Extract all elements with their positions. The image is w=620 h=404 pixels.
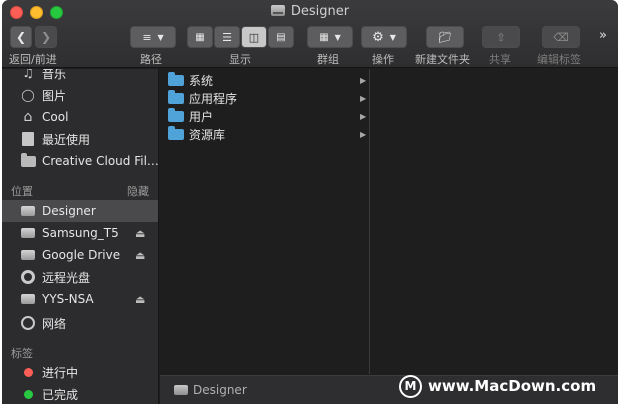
share-button[interactable]: ⇧ xyxy=(482,26,520,48)
view-icons-button[interactable]: ▦ xyxy=(187,26,213,48)
watermark: M www.MacDown.com xyxy=(399,373,596,399)
new-folder-label: 新建文件夹 xyxy=(415,53,470,66)
chevron-right-icon: ❯ xyxy=(40,30,52,44)
camera-icon: ◯ xyxy=(21,88,35,102)
folder-icon xyxy=(168,71,184,86)
group-button[interactable]: ▦ ▼ xyxy=(307,26,353,48)
gallery-view-icon: ▤ xyxy=(276,31,286,43)
gear-icon: ⚙ xyxy=(372,29,384,45)
action-button[interactable]: ⚙ ▼ xyxy=(361,26,407,48)
watermark-text: www.MacDown.com xyxy=(428,377,597,395)
back-button[interactable]: ❮ xyxy=(10,26,32,48)
sidebar-item-designer[interactable]: Designer xyxy=(2,200,158,222)
macdown-logo-icon: M xyxy=(399,374,422,398)
view-columns-button[interactable]: ◫ xyxy=(241,26,267,48)
tag-icon: ⌫ xyxy=(553,30,569,44)
chevron-down-icon: ▼ xyxy=(157,32,164,42)
chevron-left-icon: ❮ xyxy=(15,30,27,44)
icon-view-icon: ▦ xyxy=(195,31,205,43)
browser-column-1: 系统 ▶ 应用程序 ▶ 用户 ▶ 资源库 ▶ xyxy=(160,69,370,374)
list-view-icon: ☰ xyxy=(222,30,232,44)
new-folder-icon: 📁︎ xyxy=(438,30,452,44)
chevron-right-icon: ▶ xyxy=(360,129,367,139)
chevron-right-icon: ▶ xyxy=(360,93,367,103)
sidebar-item-music[interactable]: ♫ 音乐 xyxy=(2,69,158,84)
drive-icon xyxy=(20,203,36,219)
home-icon: ⌂ xyxy=(23,109,33,125)
eject-icon[interactable]: ⏏ xyxy=(135,227,145,240)
forward-button[interactable]: ❯ xyxy=(35,26,57,48)
folder-icon xyxy=(168,125,184,140)
window-title: Designer xyxy=(2,4,618,19)
path-icon: ≡ xyxy=(142,30,152,44)
recents-icon xyxy=(20,131,36,147)
view-gallery-button[interactable]: ▤ xyxy=(268,26,294,48)
green-tag-icon xyxy=(24,389,33,399)
group-icon: ▦ xyxy=(319,31,329,43)
globe-icon xyxy=(20,315,36,331)
path-bar-item[interactable]: Designer xyxy=(193,383,247,397)
sidebar-item-home[interactable]: ⌂ Cool xyxy=(2,106,158,128)
folder-icon xyxy=(20,152,36,169)
sidebar-item-yys-nsa[interactable]: YYS-NSA ⏏ xyxy=(2,288,158,310)
folder-icon xyxy=(168,89,184,104)
view-list-button[interactable]: ☰ xyxy=(214,26,240,48)
chevron-right-icon: ▶ xyxy=(360,111,367,121)
sidebar: ♫ 音乐 ◯ 图片 ⌂ Cool 最近使用 Creative Cloud Fil… xyxy=(2,69,159,404)
eject-icon[interactable]: ⏏ xyxy=(135,249,145,262)
sidebar-item-remote-disc[interactable]: 远程光盘 xyxy=(2,266,158,288)
list-item[interactable]: 应用程序 ▶ xyxy=(160,89,370,107)
list-item[interactable]: 用户 ▶ xyxy=(160,107,370,125)
share-label: 共享 xyxy=(489,53,511,66)
sidebar-section-tags: 标签 xyxy=(11,347,33,360)
sidebar-item-tag-in-progress[interactable]: 进行中 xyxy=(2,361,158,383)
path-label: 路径 xyxy=(140,53,162,66)
browser-column-2[interactable] xyxy=(371,69,618,374)
list-item[interactable]: 系统 ▶ xyxy=(160,71,370,89)
folder-icon xyxy=(168,107,184,122)
sidebar-item-recents[interactable]: 最近使用 xyxy=(2,128,158,150)
sidebar-item-pictures[interactable]: ◯ 图片 xyxy=(2,84,158,106)
music-icon: ♫ xyxy=(22,69,34,81)
action-label: 操作 xyxy=(372,53,394,66)
eject-icon[interactable]: ⏏ xyxy=(135,293,145,306)
finder-window: Designer ❮ ❯ 返回/前进 ≡ ▼ 路径 ▦ ☰ ◫ ▤ 显示 ▦ ▼… xyxy=(2,0,618,404)
drive-icon xyxy=(20,291,36,307)
red-tag-icon xyxy=(24,367,33,377)
column-view-icon: ◫ xyxy=(248,30,260,44)
chevron-right-icon: ▶ xyxy=(360,75,367,85)
toolbar-overflow-icon[interactable]: » xyxy=(599,28,607,43)
sidebar-item-network[interactable]: 网络 xyxy=(2,312,158,334)
sidebar-section-locations: 位置 xyxy=(11,185,33,198)
drive-icon xyxy=(20,247,36,263)
edit-tags-button[interactable]: ⌫ xyxy=(542,26,580,48)
list-item[interactable]: 资源库 ▶ xyxy=(160,125,370,143)
back-forward-label: 返回/前进 xyxy=(9,53,57,66)
new-folder-button[interactable]: 📁︎ xyxy=(426,26,464,48)
sidebar-item-tag-done[interactable]: 已完成 xyxy=(2,383,158,404)
group-label: 群组 xyxy=(317,53,339,66)
disk-icon xyxy=(174,385,188,395)
disk-icon xyxy=(270,5,285,16)
chevron-down-icon: ▼ xyxy=(334,32,341,42)
disc-icon xyxy=(20,269,36,285)
share-icon: ⇧ xyxy=(496,30,506,44)
path-button[interactable]: ≡ ▼ xyxy=(130,26,176,48)
sidebar-item-google-drive[interactable]: Google Drive ⏏ xyxy=(2,244,158,266)
sidebar-item-creative-cloud[interactable]: Creative Cloud Fil… xyxy=(2,150,158,172)
sidebar-item-samsung-t5[interactable]: Samsung_T5 ⏏ xyxy=(2,222,158,244)
titlebar: Designer ❮ ❯ 返回/前进 ≡ ▼ 路径 ▦ ☰ ◫ ▤ 显示 ▦ ▼… xyxy=(2,0,618,68)
locations-hide-button[interactable]: 隐藏 xyxy=(127,183,149,199)
edit-tags-label: 编辑标签 xyxy=(537,53,581,66)
drive-icon xyxy=(20,225,36,241)
chevron-down-icon: ▼ xyxy=(389,32,396,42)
view-label: 显示 xyxy=(229,53,251,66)
